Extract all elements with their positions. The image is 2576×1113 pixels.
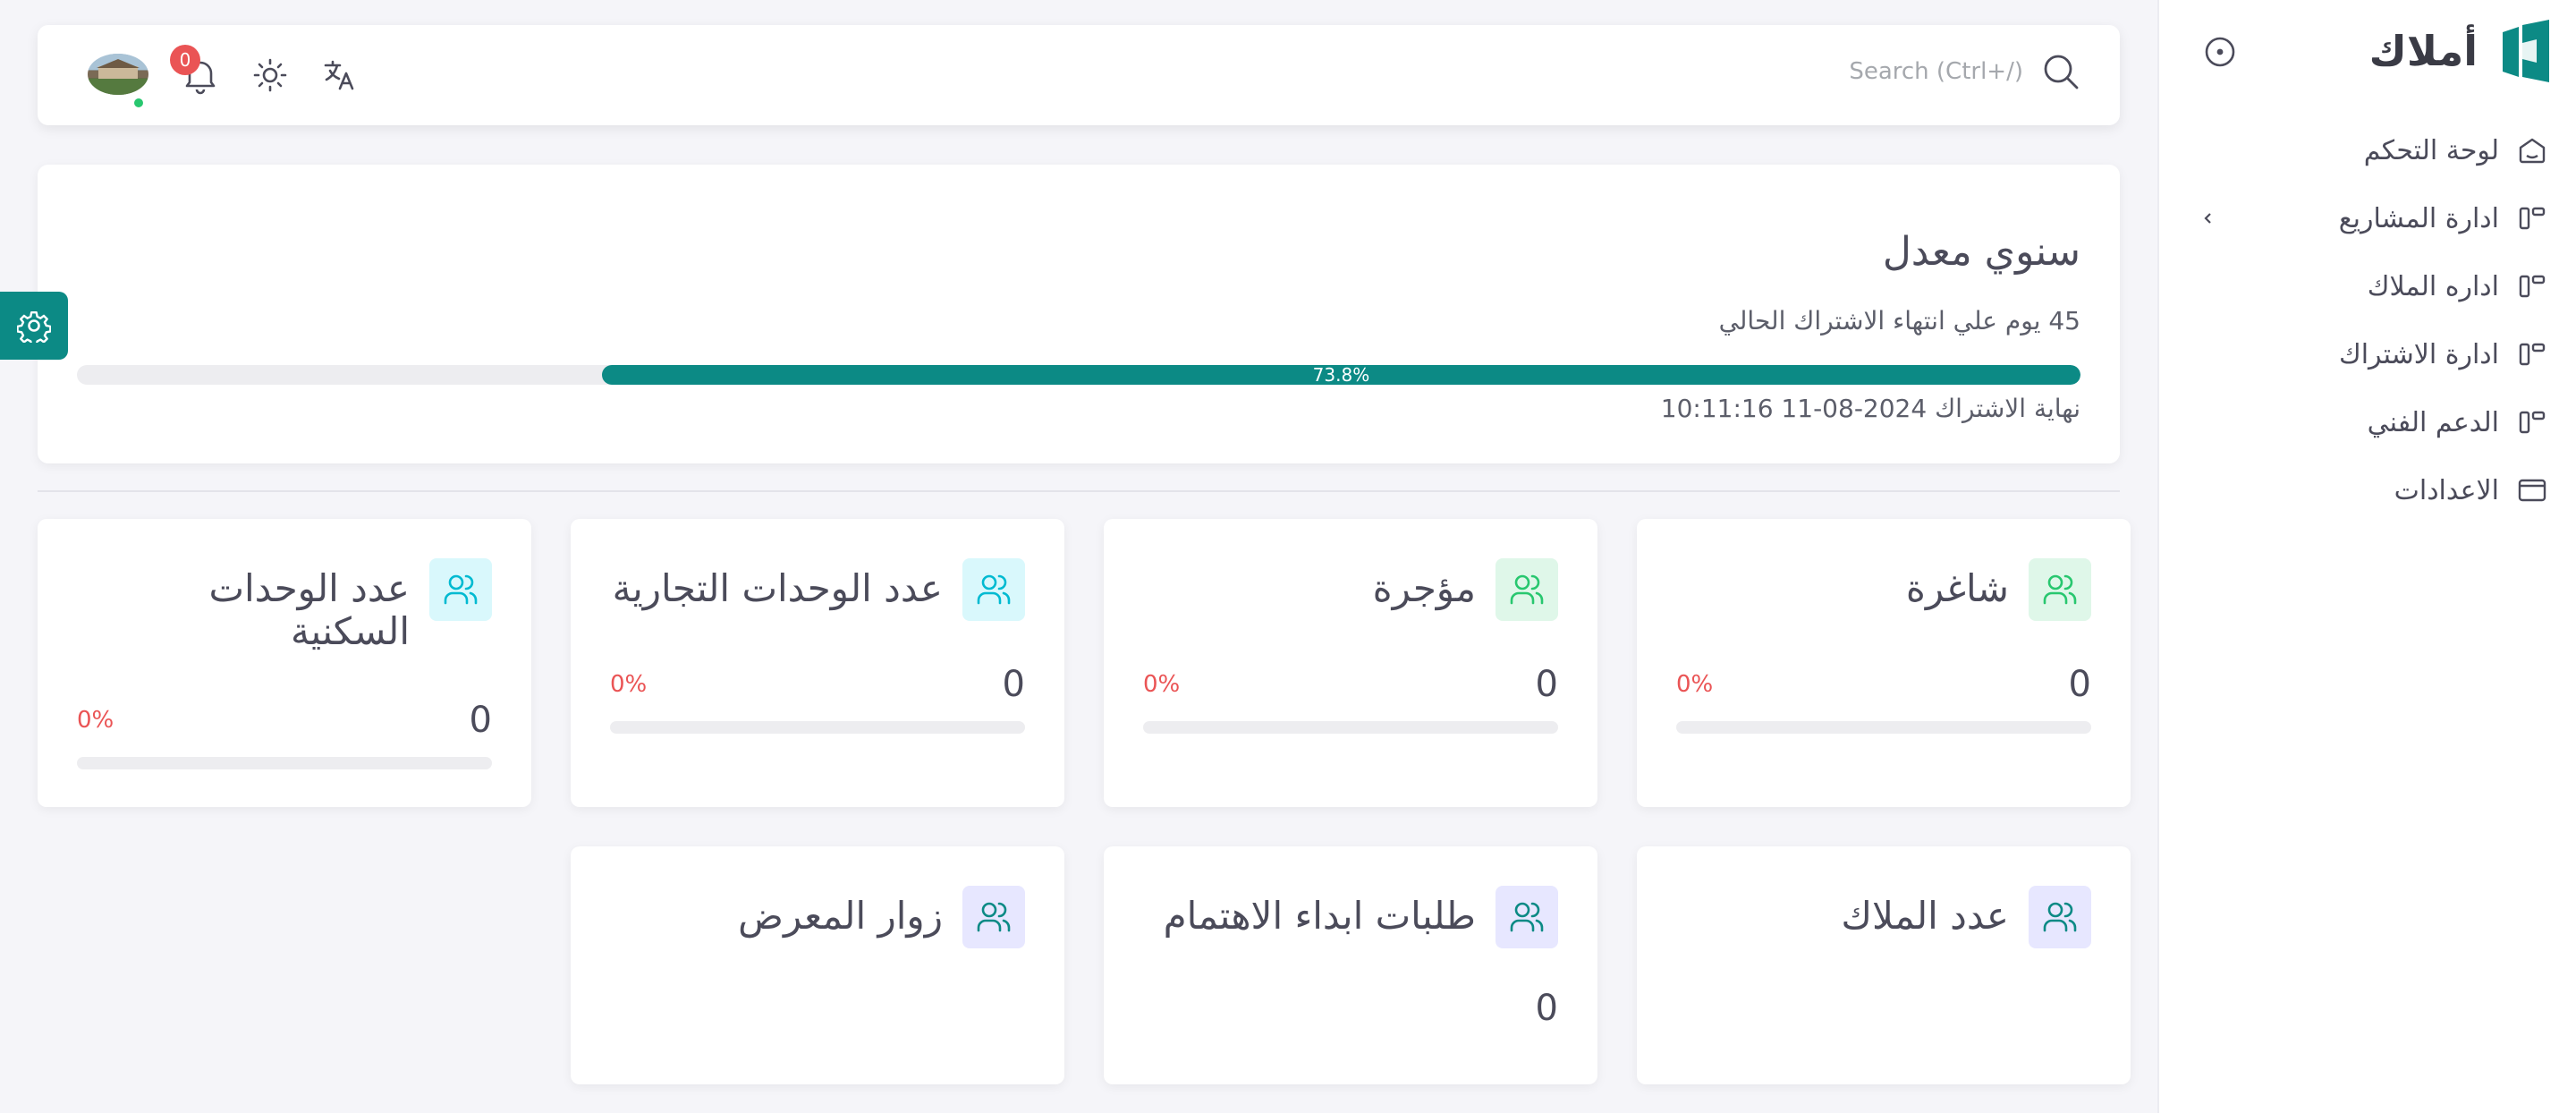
stat-title: زوار المعرض [738,894,943,938]
stat-value: 0 [1002,664,1025,705]
search-icon[interactable] [2041,52,2080,91]
subscription-title: سنوي معدل [1882,229,2080,275]
users-icon [962,886,1025,948]
grid-icon [2517,271,2547,302]
stat-card-residential-units: عدد الوحدات السكنية 0 0% [38,519,531,807]
sidebar-item-label: الاعدادات [2394,474,2499,506]
stat-percent: 0% [77,707,114,734]
users-icon [1496,886,1558,948]
brand[interactable]: أملاك [2369,20,2555,82]
subscription-end-date: نهاية الاشتراك 2024-08-11 10:11:16 [1660,394,2080,423]
search-bar[interactable] [1809,52,2080,91]
stat-progress-bar [610,721,1025,734]
navbar-tools: 0 [88,43,358,109]
stat-title: شاغرة [1905,566,2009,610]
stat-progress-bar [1676,721,2091,734]
users-icon [429,558,492,621]
stat-card-vacant: شاغرة 0 0% [1637,519,2131,807]
top-navbar: 0 [38,25,2120,125]
window-icon [2517,475,2547,506]
stat-progress-bar [77,757,492,769]
grid-icon [2517,203,2547,234]
gear-icon [17,309,51,343]
stat-title: مؤجرة [1372,566,1476,610]
sidebar-item-label: اداره الملاك [2367,270,2499,302]
sidebar-item-label: ادارة الاشتراك [2338,338,2499,370]
sidebar-menu: لوحة التحكم ادارة المشاريع اداره الملاك … [2179,116,2556,524]
users-icon [2029,558,2091,621]
stat-card-showroom-visitors: زوار المعرض [571,846,1064,1084]
stat-card-rented: مؤجرة 0 0% [1104,519,1597,807]
grid-icon [2517,407,2547,438]
sidebar-item-projects[interactable]: ادارة المشاريع [2179,184,2556,252]
users-icon [962,558,1025,621]
logo-icon [2497,20,2555,82]
brand-name: أملاك [2368,27,2478,75]
chevron-left-icon [2200,210,2216,226]
subscription-remaining-text: 45 يوم علي انتهاء الاشتراك الحالي [1718,306,2080,336]
stat-card-owners: عدد الملاك [1637,846,2131,1084]
stat-percent: 0% [1143,671,1181,698]
sidebar-item-owners[interactable]: اداره الملاك [2179,252,2556,320]
notification-count-badge: 0 [170,45,200,75]
sun-icon [253,58,287,92]
stat-progress-bar [1143,721,1558,734]
language-button[interactable] [322,57,358,93]
stat-card-commercial-units: عدد الوحدات التجارية 0 0% [571,519,1064,807]
user-menu[interactable] [88,52,148,109]
stat-title: عدد الوحدات السكنية [208,566,410,653]
sidebar-toggle-button[interactable] [2202,34,2238,70]
section-divider [38,490,2120,492]
stat-value: 0 [2068,664,2091,705]
subscription-progress-fill: 73.8% [601,365,2080,385]
search-input[interactable] [1809,58,2023,85]
users-icon [2029,886,2091,948]
theme-customizer-button[interactable] [0,292,68,360]
users-icon [1496,558,1558,621]
sidebar-item-dashboard[interactable]: لوحة التحكم [2179,116,2556,184]
stat-value: 0 [1535,988,1558,1029]
stat-value: 0 [469,700,492,741]
translate-icon [324,60,354,90]
home-icon [2517,135,2547,166]
sidebar-item-label: الدعم الفني [2367,406,2499,438]
stat-title: عدد الوحدات التجارية [612,566,943,610]
stat-percent: 0% [1676,671,1714,698]
theme-toggle-button[interactable] [252,57,288,93]
online-status-dot [132,97,145,109]
stat-title: طلبات ابداء الاهتمام [1163,894,1476,938]
notifications-button[interactable]: 0 [170,45,218,95]
subscription-card: سنوي معدل 45 يوم علي انتهاء الاشتراك الح… [38,165,2120,463]
sidebar: أملاك لوحة التحكم ادارة المشاريع اداره ا… [2157,0,2576,1113]
stat-card-interest-requests: طلبات ابداء الاهتمام 0 [1104,846,1597,1084]
sidebar-item-subscription[interactable]: ادارة الاشتراك [2179,320,2556,388]
grid-icon [2517,339,2547,370]
avatar[interactable] [88,54,148,95]
subscription-progress-bar: 73.8% [77,365,2080,385]
sidebar-item-support[interactable]: الدعم الفني [2179,388,2556,456]
sidebar-item-label: ادارة المشاريع [2338,202,2499,234]
stat-value: 0 [1535,664,1558,705]
sidebar-item-settings[interactable]: الاعدادات [2179,456,2556,524]
stat-title: عدد الملاك [1841,894,2009,938]
circle-dot-icon [2204,36,2236,68]
sidebar-item-label: لوحة التحكم [2363,134,2499,166]
stat-percent: 0% [610,671,648,698]
